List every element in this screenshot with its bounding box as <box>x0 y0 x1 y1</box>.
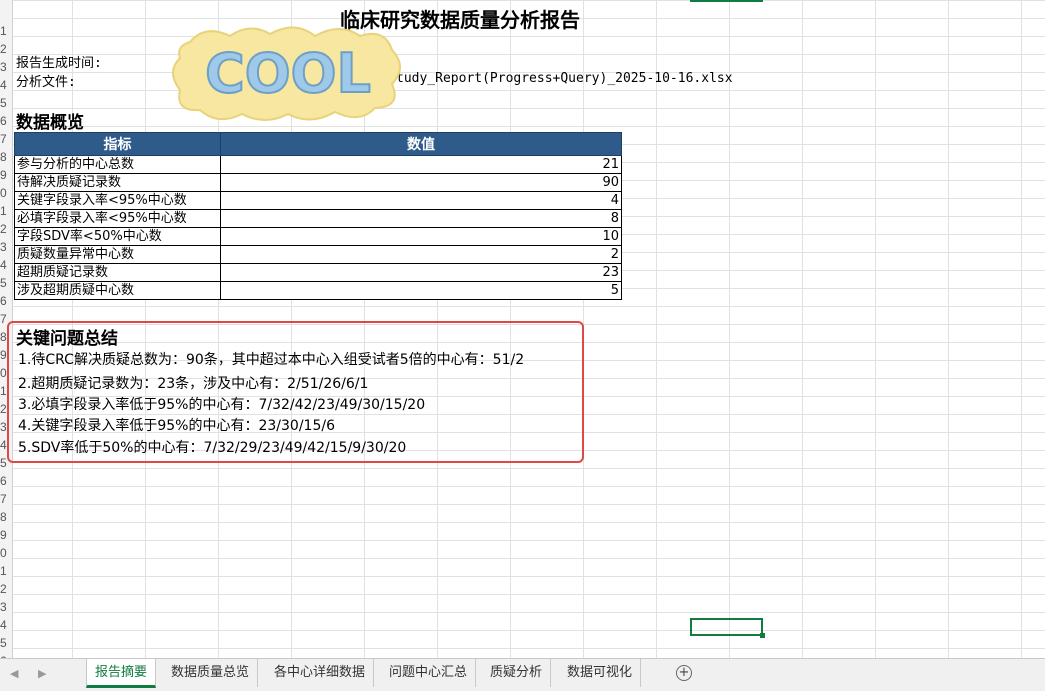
table-row[interactable]: 字段SDV率<50%中心数 10 <box>14 227 622 246</box>
row-number[interactable]: 7 <box>0 130 12 148</box>
tab-center-details[interactable]: 各中心详细数据 <box>266 659 375 687</box>
table-row[interactable]: 质疑数量异常中心数 2 <box>14 245 622 264</box>
table-row[interactable]: 关键字段录入率<95%中心数 4 <box>14 191 622 210</box>
issue-item[interactable]: 1.待CRC解决质疑总数为：90条，其中超过本中心入组受试者5倍的中心有：51/… <box>18 349 524 369</box>
tab-quality-overview[interactable]: 数据质量总览 <box>163 659 259 687</box>
row-number[interactable]: 3 <box>0 598 12 616</box>
metric-cell[interactable]: 必填字段录入率<95%中心数 <box>14 209 221 228</box>
col-value-header: 数值 <box>220 132 622 156</box>
row-number[interactable]: 9 <box>0 166 12 184</box>
row-number[interactable]: 3 <box>0 58 12 76</box>
table-row[interactable]: 参与分析的中心总数 21 <box>14 155 622 174</box>
generated-time-label: 报告生成时间: <box>16 56 102 71</box>
table-row[interactable]: 涉及超期质疑中心数 5 <box>14 281 622 300</box>
metric-cell[interactable]: 待解决质疑记录数 <box>14 173 221 192</box>
row-number[interactable]: 1 <box>0 22 12 40</box>
row-number[interactable]: 5 <box>0 94 12 112</box>
issue-item[interactable]: 4.关键字段录入率低于95%的中心有：23/30/15/6 <box>18 415 335 435</box>
row-number[interactable]: 1 <box>0 202 12 220</box>
row-number[interactable]: 2 <box>0 40 12 58</box>
row-number[interactable]: 3 <box>0 238 12 256</box>
value-cell[interactable]: 23 <box>220 263 622 282</box>
active-cell-selection[interactable] <box>690 618 765 638</box>
tab-report-summary[interactable]: 报告摘要 <box>86 659 157 688</box>
issues-heading: 关键问题总结 <box>16 329 118 349</box>
sticker-text: COOL <box>205 42 371 105</box>
row-number[interactable]: 2 <box>0 220 12 238</box>
overview-heading: 数据概览 <box>16 113 84 133</box>
row-number[interactable]: 6 <box>0 292 12 310</box>
metric-cell[interactable]: 超期质疑记录数 <box>14 263 221 282</box>
row-number[interactable]: 4 <box>0 76 12 94</box>
value-cell[interactable]: 5 <box>220 281 622 300</box>
issue-item[interactable]: 2.超期质疑记录数为：23条，涉及中心有：2/51/26/6/1 <box>18 373 368 393</box>
cool-sticker-image: COOL <box>172 26 401 121</box>
metric-cell[interactable]: 质疑数量异常中心数 <box>14 245 221 264</box>
metric-cell[interactable]: 参与分析的中心总数 <box>14 155 221 174</box>
metric-cell[interactable]: 涉及超期质疑中心数 <box>14 281 221 300</box>
row-number[interactable]: 8 <box>0 508 12 526</box>
row-number[interactable]: 0 <box>0 544 12 562</box>
value-cell[interactable]: 2 <box>220 245 622 264</box>
row-number[interactable]: 9 <box>0 526 12 544</box>
tab-query-analysis[interactable]: 质疑分析 <box>482 659 552 687</box>
tab-problem-centers[interactable]: 问题中心汇总 <box>381 659 477 687</box>
plus-circle-icon[interactable]: + <box>676 665 692 681</box>
sheet-tab-bar: ◀ ▶ 报告摘要 数据质量总览 各中心详细数据 问题中心汇总 质疑分析 数据可视… <box>0 658 1045 691</box>
row-number[interactable]: 2 <box>0 580 12 598</box>
overview-table: 指标 数值 参与分析的中心总数 21 待解决质疑记录数 90 关键字段录入率<95%… <box>14 132 622 300</box>
issue-item[interactable]: 3.必填字段录入率低于95%的中心有：7/32/42/23/49/30/15/2… <box>18 394 425 414</box>
col-metric-header: 指标 <box>14 132 221 156</box>
file-label: 分析文件: <box>16 75 76 90</box>
value-cell[interactable]: 4 <box>220 191 622 210</box>
row-number[interactable]: 5 <box>0 274 12 292</box>
row-number[interactable]: 0 <box>0 184 12 202</box>
metric-cell[interactable]: 关键字段录入率<95%中心数 <box>14 191 221 210</box>
value-cell[interactable]: 90 <box>220 173 622 192</box>
tab-visualization[interactable]: 数据可视化 <box>559 659 642 687</box>
row-number[interactable]: 8 <box>0 148 12 166</box>
chevron-right-icon[interactable]: ▶ <box>38 667 46 680</box>
row-number[interactable]: 4 <box>0 256 12 274</box>
row-number[interactable]: 7 <box>0 490 12 508</box>
value-cell[interactable]: 8 <box>220 209 622 228</box>
column-selection-indicator <box>690 0 763 2</box>
row-number[interactable]: 4 <box>0 616 12 634</box>
table-row[interactable]: 超期质疑记录数 23 <box>14 263 622 282</box>
row-number[interactable]: 1 <box>0 562 12 580</box>
value-cell[interactable]: 21 <box>220 155 622 174</box>
row-number[interactable]: 5 <box>0 634 12 652</box>
chevron-left-icon[interactable]: ◀ <box>10 667 18 680</box>
value-cell[interactable]: 10 <box>220 227 622 246</box>
row-number[interactable]: 6 <box>0 472 12 490</box>
table-row[interactable]: 待解决质疑记录数 90 <box>14 173 622 192</box>
table-row[interactable]: 必填字段录入率<95%中心数 8 <box>14 209 622 228</box>
row-number[interactable]: 6 <box>0 112 12 130</box>
issue-item[interactable]: 5.SDV率低于50%的中心有：7/32/29/23/49/42/15/9/30… <box>18 437 406 457</box>
metric-cell[interactable]: 字段SDV率<50%中心数 <box>14 227 221 246</box>
file-name: tudy_Report(Progress+Query)_2025-10-16.x… <box>396 71 733 86</box>
